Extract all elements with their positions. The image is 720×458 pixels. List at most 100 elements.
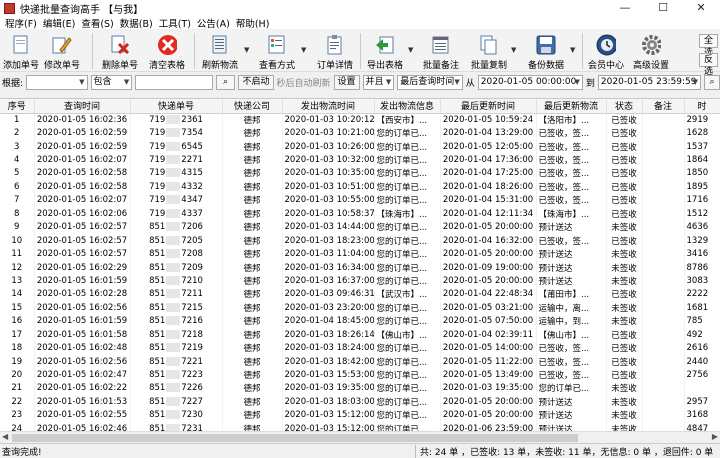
chevron-down-icon: ▼ xyxy=(123,77,130,86)
refresh-logistics-button[interactable]: 刷新物流 xyxy=(200,31,240,71)
table-row[interactable]: 23 2020-01-05 16:02:55 851 7230 德邦 2020-01-03… xyxy=(0,408,720,423)
table-cell: 851 7211 xyxy=(130,287,223,302)
from-date-input[interactable]: 2020-01-05 00:00:00 ▼ xyxy=(477,74,583,90)
table-row[interactable]: 20 2020-01-05 16:02:47 851 7223 德邦 2020-01-03… xyxy=(0,368,720,382)
table-row[interactable]: 14 2020-01-05 16:02:28 851 7211 德邦 2020-01-03… xyxy=(0,287,720,302)
batch-note-button[interactable]: 批量备注 xyxy=(420,31,462,71)
advanced-settings-button[interactable]: 高级设置 xyxy=(630,31,672,71)
view-mode-button[interactable]: 查看方式 xyxy=(256,31,298,71)
logic-select[interactable]: 并且 ▼ xyxy=(362,74,395,90)
horizontal-scrollbar[interactable]: ◀ ▶ xyxy=(0,431,720,443)
col-header[interactable]: 发出物流信息 xyxy=(374,99,441,114)
refresh-settings-button[interactable]: 设置 xyxy=(333,74,360,90)
view-dropdown-icon[interactable]: ▼ xyxy=(301,46,306,54)
close-button[interactable]: ✕ xyxy=(682,0,720,16)
table-row[interactable]: 9 2020-01-05 16:02:57 851 7206 德邦 2020-01-03 … xyxy=(0,220,720,234)
table-cell: 德邦 xyxy=(222,233,283,248)
add-number-button[interactable]: 添加单号 xyxy=(2,31,40,71)
table-cell: 德邦 xyxy=(222,408,283,423)
table-row[interactable]: 4 2020-01-05 16:02:07 719 2271 德邦 2020-01-03 … xyxy=(0,153,720,167)
table-row[interactable]: 1 2020-01-05 16:02:36 719 2361 德邦 2020-01-03 … xyxy=(0,113,720,127)
table-row[interactable]: 24 2020-01-05 16:02:46 851 7231 德邦 2020-01-03… xyxy=(0,422,720,431)
table-cell xyxy=(642,153,685,167)
export-table-button[interactable]: 导出表格 xyxy=(364,31,406,71)
order-detail-button[interactable]: 订单详情 xyxy=(314,31,356,71)
col-header[interactable]: 发出物流时间 xyxy=(282,99,375,114)
table-cell: 2020-01-05 16:01:53 xyxy=(34,395,131,409)
col-header[interactable]: 时 xyxy=(684,99,720,114)
table-row[interactable]: 13 2020-01-05 16:01:59 851 7210 德邦 2020-01-03… xyxy=(0,274,720,288)
table-row[interactable]: 2 2020-01-05 16:02:59 719 7354 德邦 2020-01-03 … xyxy=(0,126,720,140)
keyword-input[interactable] xyxy=(135,74,213,90)
auto-refresh-toggle[interactable]: 不启动 xyxy=(238,74,274,90)
col-header[interactable]: 序号 xyxy=(0,99,35,114)
menu-edit[interactable]: 编辑(E) xyxy=(40,16,78,30)
filter-field-select[interactable]: ▼ xyxy=(26,74,88,90)
menu-notice[interactable]: 公告(A) xyxy=(194,16,233,30)
to-date-input[interactable]: 2020-01-05 23:59:59 ▼ xyxy=(597,74,702,90)
table-cell: 2020-01-05 16:01:58 xyxy=(34,328,131,342)
menu-program[interactable]: 程序(F) xyxy=(2,16,40,30)
time-field-select[interactable]: 最后查询时间 ▼ xyxy=(397,74,463,90)
col-header[interactable]: 快递单号 xyxy=(130,99,223,114)
match-mode-select[interactable]: 包含 ▼ xyxy=(90,74,133,90)
document-add-icon xyxy=(11,34,31,56)
table-row[interactable]: 22 2020-01-05 16:01:53 851 7227 德邦 2020-01-03… xyxy=(0,395,720,409)
table-cell: 德邦 xyxy=(222,220,283,234)
refresh-dropdown-icon[interactable]: ▼ xyxy=(244,46,249,54)
table-row[interactable]: 12 2020-01-05 16:02:29 851 7209 德邦 2020-01-03… xyxy=(0,260,720,275)
table-row[interactable]: 21 2020-01-05 16:02:22 851 7226 德邦 2020-01-03… xyxy=(0,381,720,396)
table-row[interactable]: 3 2020-01-05 16:02:59 719 6545 德邦 2020-01-03 … xyxy=(0,139,720,154)
table-cell: 16 xyxy=(0,314,35,328)
scrollbar-thumb[interactable] xyxy=(12,434,578,442)
col-header[interactable]: 状态 xyxy=(606,99,643,114)
redaction-mask xyxy=(166,208,181,218)
table-row[interactable]: 7 2020-01-05 16:02:07 719 4347 德邦 2020-01-03 … xyxy=(0,193,720,208)
table-row[interactable]: 5 2020-01-05 16:02:58 719 4315 德邦 2020-01-03 … xyxy=(0,166,720,181)
table-cell: 2020-01-05 16:02:46 xyxy=(34,422,131,431)
batch-copy-button[interactable]: 批量复制 xyxy=(468,31,510,71)
col-header[interactable]: 查询时间 xyxy=(34,99,131,114)
col-header[interactable]: 快递公司 xyxy=(222,99,283,114)
export-dropdown-icon[interactable]: ▼ xyxy=(408,46,413,54)
search-icon[interactable]: ⌕ xyxy=(215,74,236,90)
scroll-left-icon[interactable]: ◀ xyxy=(2,432,8,441)
minimize-button[interactable]: — xyxy=(606,0,644,16)
invert-selection-button[interactable]: 反选 xyxy=(699,53,718,77)
select-all-button[interactable]: 全选 xyxy=(699,34,718,58)
table-row[interactable]: 11 2020-01-05 16:02:57 851 7208 德邦 2020-01-03… xyxy=(0,247,720,261)
col-header[interactable]: 备注 xyxy=(642,99,685,114)
table-row[interactable]: 16 2020-01-05 16:01:59 851 7216 德邦 2020-01-04… xyxy=(0,314,720,328)
table-row[interactable]: 19 2020-01-05 16:02:56 851 7221 德邦 2020-01-03… xyxy=(0,354,720,369)
delete-number-button[interactable]: 删除单号 xyxy=(100,31,140,71)
table-cell: 21 xyxy=(0,381,35,396)
menu-tools[interactable]: 工具(T) xyxy=(156,16,194,30)
col-header[interactable]: 最后更新物流 xyxy=(536,99,607,114)
table-row[interactable]: 8 2020-01-05 16:02:06 719 4337 德邦 2020-01-03 … xyxy=(0,207,720,221)
menu-help[interactable]: 帮助(H) xyxy=(233,16,273,30)
table-cell: 德邦 xyxy=(222,368,283,382)
table-cell: 2020-01-09 19:00:00 xyxy=(440,260,537,275)
backup-dropdown-icon[interactable]: ▼ xyxy=(570,46,575,54)
table-cell: 2020-01-04 02:39:11 xyxy=(440,328,537,342)
clear-table-button[interactable]: 清空表格 xyxy=(146,31,188,71)
table-cell: 2020-01-05 12:05:00 xyxy=(440,139,537,154)
table-row[interactable]: 18 2020-01-05 16:02:48 851 7219 德邦 2020-01-03… xyxy=(0,341,720,355)
scroll-right-icon[interactable]: ▶ xyxy=(712,432,718,441)
menu-data[interactable]: 数据(B) xyxy=(117,16,156,30)
menu-view[interactable]: 查看(S) xyxy=(78,16,116,30)
edit-number-button[interactable]: 修改单号 xyxy=(42,31,82,71)
table-cell: 【珠海市】... xyxy=(536,207,607,221)
table-cell: 719 6545 xyxy=(130,139,223,154)
table-row[interactable]: 15 2020-01-05 16:02:56 851 7215 德邦 2020-01-03… xyxy=(0,301,720,315)
maximize-button[interactable]: ☐ xyxy=(644,0,682,16)
member-center-button[interactable]: 会员中心 xyxy=(586,31,626,71)
backup-data-button[interactable]: 备份数据 xyxy=(524,31,568,71)
table-row[interactable]: 6 2020-01-05 16:02:58 719 4332 德邦 2020-01-03 … xyxy=(0,180,720,194)
copy-dropdown-icon[interactable]: ▼ xyxy=(511,46,516,54)
table-row[interactable]: 17 2020-01-05 16:01:58 851 7218 德邦 2020-01-03… xyxy=(0,328,720,342)
col-header[interactable]: 最后更新时间 xyxy=(440,99,537,114)
table-cell: 2020-01-03 23:20:00 xyxy=(282,301,375,315)
table-cell: 2020-01-05 20:00:00 xyxy=(440,220,537,234)
table-row[interactable]: 10 2020-01-05 16:02:57 851 7205 德邦 2020-01-03… xyxy=(0,233,720,248)
